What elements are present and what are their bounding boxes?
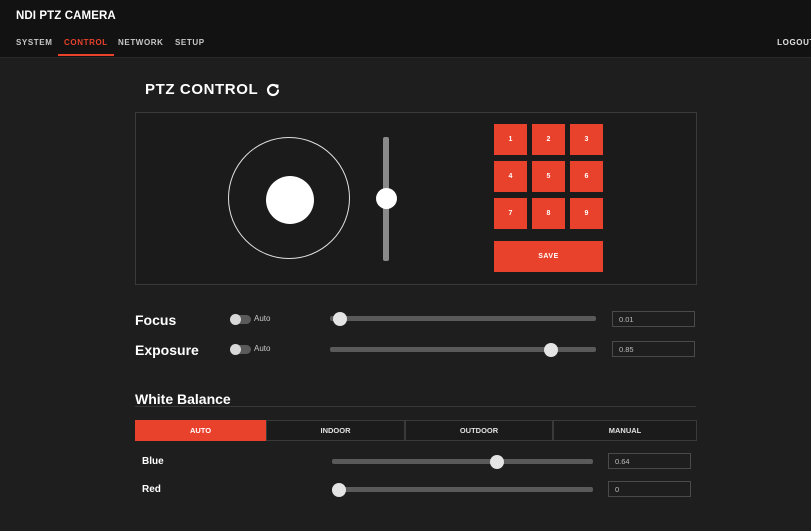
refresh-icon[interactable] <box>266 83 280 97</box>
app-title: NDI PTZ CAMERA <box>16 10 116 22</box>
ptz-control-heading: PTZ CONTROL <box>145 81 280 98</box>
wb-tab-auto[interactable]: AUTO <box>135 420 266 441</box>
section-divider <box>135 406 696 407</box>
preset-button-5[interactable]: 5 <box>532 161 565 192</box>
preset-button-4[interactable]: 4 <box>494 161 527 192</box>
blue-gain-slider-track[interactable] <box>332 459 593 464</box>
wb-tab-indoor[interactable]: INDOOR <box>266 420 405 441</box>
toggle-knob <box>230 314 241 325</box>
ptz-control-title: PTZ CONTROL <box>145 81 259 98</box>
blue-gain-value-field[interactable] <box>608 453 691 469</box>
exposure-slider-thumb[interactable] <box>544 343 559 357</box>
white-balance-title: White Balance <box>135 391 231 407</box>
red-gain-value-field[interactable] <box>608 481 691 497</box>
nav-network[interactable]: NETWORK <box>118 38 164 58</box>
nav-system[interactable]: SYSTEM <box>16 38 53 58</box>
red-gain-label: Red <box>142 484 161 495</box>
joystick-knob[interactable] <box>266 176 314 224</box>
exposure-auto-label: Auto <box>254 344 271 353</box>
logout-button[interactable]: LOGOUT <box>777 38 811 47</box>
focus-slider-track[interactable] <box>330 316 596 321</box>
nav-control[interactable]: CONTROL <box>58 38 114 58</box>
ptz-panel <box>135 112 697 285</box>
nav-setup[interactable]: SETUP <box>175 38 205 58</box>
toggle-knob <box>230 344 241 355</box>
save-preset-button[interactable]: SAVE <box>494 241 603 272</box>
red-gain-slider-track[interactable] <box>332 487 593 492</box>
focus-label: Focus <box>135 312 177 328</box>
exposure-value-field[interactable] <box>612 341 695 357</box>
focus-auto-toggle[interactable] <box>230 314 251 325</box>
preset-button-6[interactable]: 6 <box>570 161 603 192</box>
preset-button-1[interactable]: 1 <box>494 124 527 155</box>
preset-button-9[interactable]: 9 <box>570 198 603 229</box>
wb-tab-outdoor[interactable]: OUTDOOR <box>405 420 553 441</box>
zoom-slider-thumb[interactable] <box>376 188 397 209</box>
preset-button-8[interactable]: 8 <box>532 198 565 229</box>
preset-button-2[interactable]: 2 <box>532 124 565 155</box>
red-gain-slider-thumb[interactable] <box>332 483 346 497</box>
preset-button-7[interactable]: 7 <box>494 198 527 229</box>
focus-slider-thumb[interactable] <box>332 312 347 326</box>
focus-value-field[interactable] <box>612 311 695 327</box>
focus-auto-label: Auto <box>254 314 271 323</box>
blue-gain-label: Blue <box>142 456 164 467</box>
exposure-label: Exposure <box>135 342 199 358</box>
white-balance-mode-tabs: AUTO INDOOR OUTDOOR MANUAL <box>135 420 697 441</box>
preset-button-3[interactable]: 3 <box>570 124 603 155</box>
active-tab-indicator <box>58 54 114 56</box>
blue-gain-slider-thumb[interactable] <box>490 455 505 469</box>
exposure-auto-toggle[interactable] <box>230 344 251 355</box>
top-bar: NDI PTZ CAMERA SYSTEM CONTROL NETWORK SE… <box>0 0 811 58</box>
wb-tab-manual[interactable]: MANUAL <box>553 420 697 441</box>
